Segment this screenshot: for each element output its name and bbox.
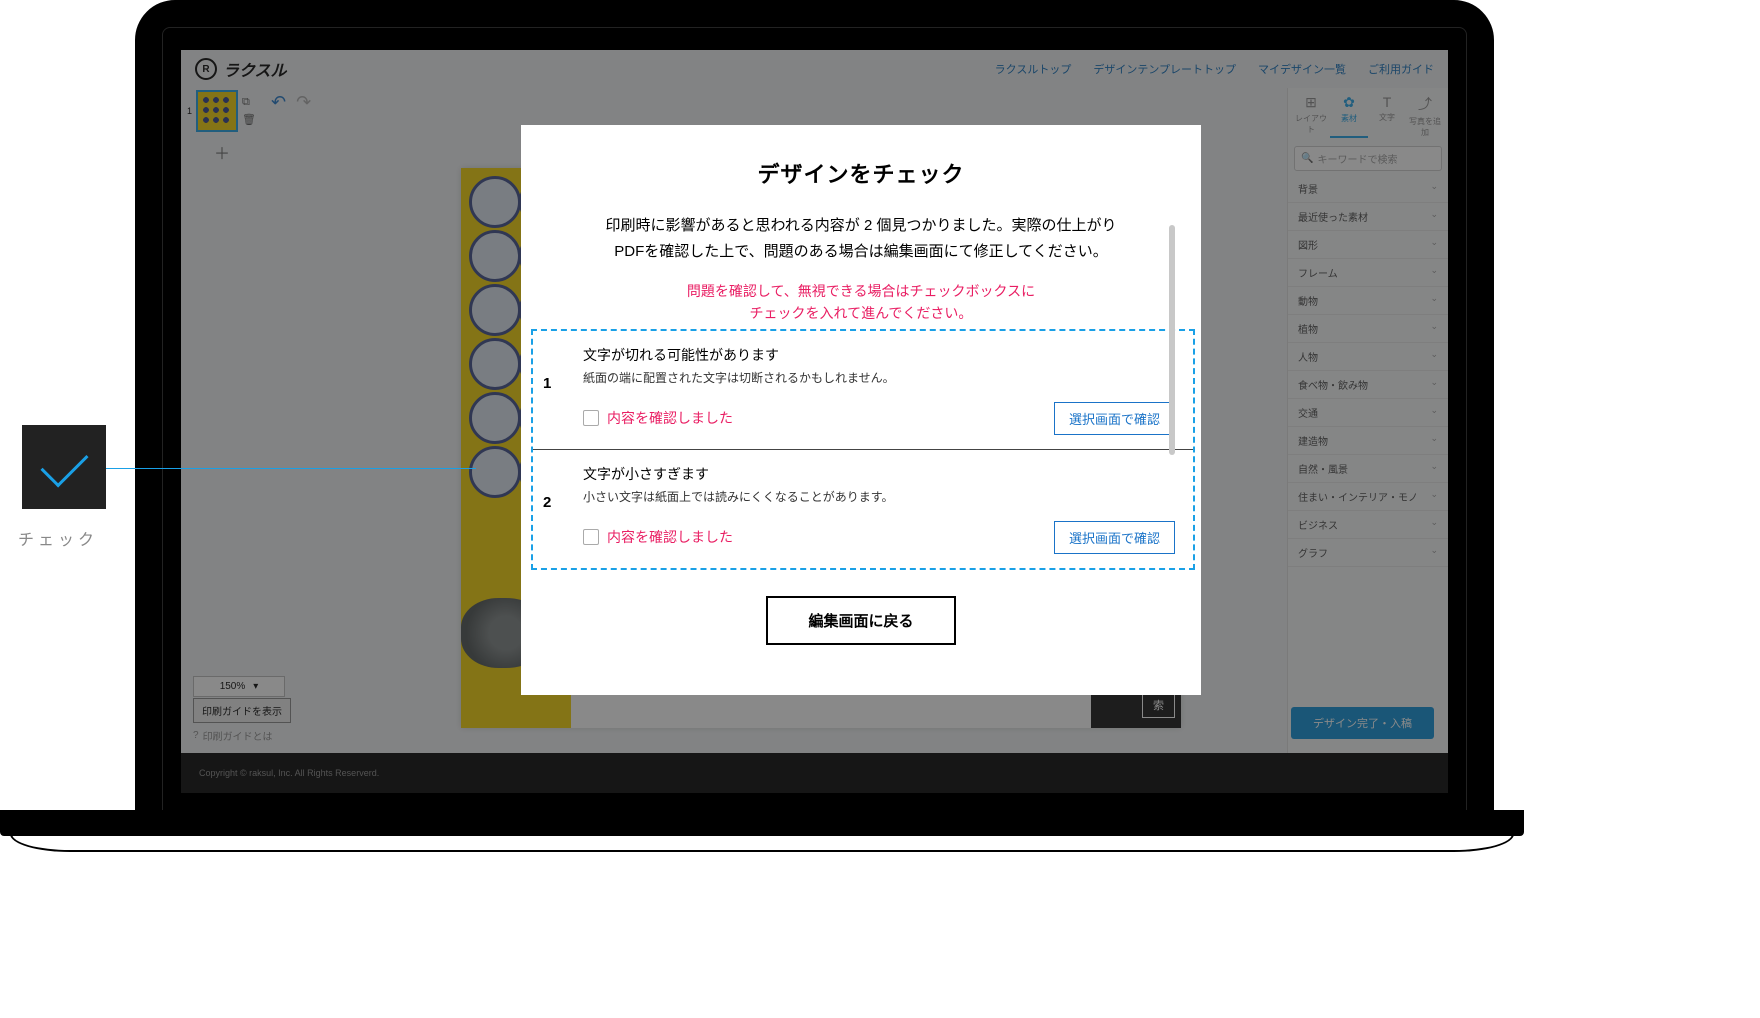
- callout-label: チェック: [18, 526, 98, 550]
- modal-message: 印刷時に影響があると思われる内容が 2 個見つかりました。実際の仕上がり PDF…: [571, 213, 1151, 264]
- back-to-edit-button[interactable]: 編集画面に戻る: [766, 596, 955, 645]
- issue-goto-button[interactable]: 選択画面で確認: [1054, 521, 1175, 554]
- issue-number: 1: [543, 345, 583, 392]
- issue-goto-button[interactable]: 選択画面で確認: [1054, 402, 1175, 435]
- callout-line: [106, 468, 476, 469]
- checkbox-icon: [583, 529, 599, 545]
- issue-description: 紙面の端に配置された文字は切断されるかもしれません。: [583, 369, 1175, 386]
- check-design-modal: デザインをチェック 印刷時に影響があると思われる内容が 2 個見つかりました。実…: [521, 125, 1201, 695]
- issue-description: 小さい文字は紙面上では読みにくくなることがあります。: [583, 488, 1175, 505]
- laptop-frame: R ラクスル ラクスルトップ デザインテンプレートトップ マイデザイン一覧 ご利…: [135, 0, 1494, 814]
- issue-confirm-checkbox[interactable]: 内容を確認しました: [583, 408, 733, 428]
- laptop-screen: R ラクスル ラクスルトップ デザインテンプレートトップ マイデザイン一覧 ご利…: [162, 27, 1467, 812]
- app-root: R ラクスル ラクスルトップ デザインテンプレートトップ マイデザイン一覧 ご利…: [181, 50, 1448, 793]
- issue-row-2: 2文字が小さすぎます小さい文字は紙面上では読みにくくなることがあります。内容を確…: [533, 449, 1193, 568]
- issue-title: 文字が小さすぎます: [583, 464, 1175, 484]
- issue-title: 文字が切れる可能性があります: [583, 345, 1175, 365]
- modal-warning: 問題を確認して、無視できる場合はチェックボックスに チェックを入れて進んでくださ…: [571, 280, 1151, 325]
- check-icon: [40, 439, 88, 487]
- checkbox-icon: [583, 410, 599, 426]
- issues-highlight-box: 1文字が切れる可能性があります紙面の端に配置された文字は切断されるかもしれません…: [531, 329, 1195, 570]
- issue-number: 2: [543, 464, 583, 511]
- callout-check-box: [22, 425, 106, 509]
- laptop-base: [0, 810, 1520, 840]
- modal-title: デザインをチェック: [571, 157, 1151, 189]
- modal-scrollbar[interactable]: [1169, 225, 1175, 455]
- issue-confirm-checkbox[interactable]: 内容を確認しました: [583, 527, 733, 547]
- issue-row-1: 1文字が切れる可能性があります紙面の端に配置された文字は切断されるかもしれません…: [533, 331, 1193, 449]
